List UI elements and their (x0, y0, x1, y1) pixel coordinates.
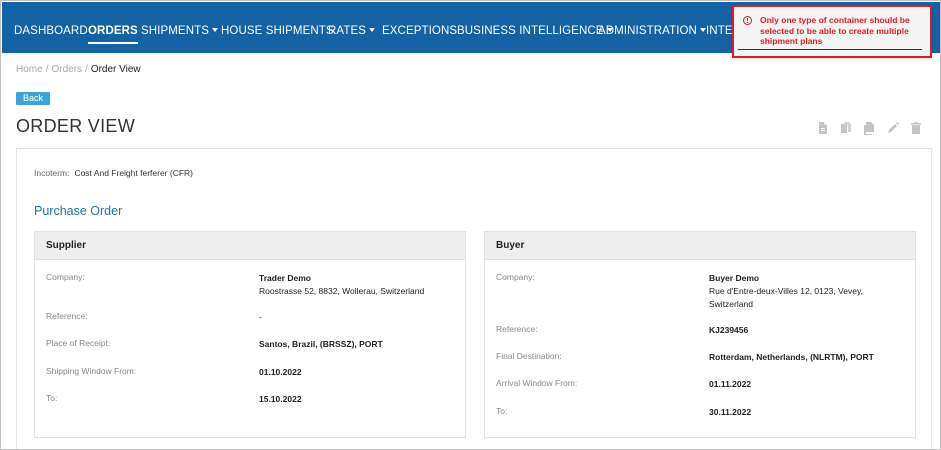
incoterm-label: Incoterm: (34, 168, 70, 178)
nav-house-shipments[interactable]: HOUSE SHIPMENTS (221, 2, 334, 53)
error-toast[interactable]: Only one type of container should be sel… (732, 5, 932, 58)
buyer-company-name: Buyer Demo (709, 273, 760, 283)
toast-body: Only one type of container should be sel… (738, 11, 922, 50)
section-title-purchase-order: Purchase Order (34, 204, 123, 218)
incoterm-value: Cost And Freight ferferer (CFR) (74, 168, 193, 178)
nav-administration-label: ADMINISTRATION (598, 25, 697, 37)
chevron-down-icon (369, 28, 375, 32)
supplier-window-from-label: Shipping Window From: (46, 366, 137, 376)
nav-shipments-label: SHIPMENTS (141, 25, 209, 37)
nav-dashboard-label: DASHBOARD (14, 25, 88, 37)
breadcrumb: Home / Orders / Order View (16, 64, 141, 75)
page-title: ORDER VIEW (16, 116, 136, 136)
buyer-destination-value: Rotterdam, Netherlands, (NLRTM), PORT (709, 352, 874, 362)
edit-icon[interactable] (887, 121, 899, 135)
supplier-to-label: To: (46, 393, 58, 403)
supplier-company-address: Roostrasse 52, 8832, Wollerau, Switzerla… (259, 286, 425, 296)
nav-administration[interactable]: ADMINISTRATION (598, 2, 706, 53)
nav-orders[interactable]: ORDERS (88, 2, 138, 53)
nav-exceptions-label: EXCEPTIONS (382, 25, 458, 37)
nav-dashboard[interactable]: DASHBOARD (14, 2, 88, 53)
app-frame: DASHBOARD ORDERS SHIPMENTS HOUSE SHIPMEN… (0, 0, 941, 450)
buyer-company-address-line1: Rue d'Entre-deux-Villes 12, 0123, Vevey, (709, 286, 863, 296)
buyer-reference-value: KJ239456 (709, 325, 749, 335)
buyer-reference-label: Reference: (496, 324, 538, 334)
supplier-card: Supplier Company: Trader Demo Roostrasse… (34, 231, 466, 438)
breadcrumb-orders[interactable]: Orders (51, 64, 82, 75)
supplier-place-label: Place of Receipt: (46, 338, 111, 348)
supplier-card-title: Supplier (35, 232, 465, 260)
buyer-company-label: Company: (496, 272, 535, 282)
buyer-company-address-line2: Switzerland (709, 299, 753, 309)
supplier-company-label: Company: (46, 272, 85, 282)
pdf-icon[interactable] (817, 121, 829, 135)
supplier-reference-value: - (259, 312, 262, 322)
incoterm: Incoterm: Cost And Freight ferferer (CFR) (34, 168, 193, 178)
buyer-card: Buyer Company: Buyer Demo Rue d'Entre-de… (484, 231, 916, 438)
chevron-down-icon (212, 28, 218, 32)
nav-business-intelligence-label: BUSINESS INTELLIGENCE (457, 25, 604, 37)
delete-icon[interactable] (910, 121, 922, 135)
breadcrumb-home[interactable]: Home (16, 64, 43, 75)
breadcrumb-separator: / (85, 64, 88, 75)
nav-shipments[interactable]: SHIPMENTS (141, 2, 218, 53)
buyer-destination-label: Final Destination: (496, 351, 562, 361)
back-button[interactable]: Back (16, 92, 50, 105)
buyer-card-title: Buyer (485, 232, 915, 260)
nav-business-intelligence[interactable]: BUSINESS INTELLIGENCE (457, 2, 613, 53)
duplicate-icon[interactable] (863, 121, 875, 135)
buyer-arrival-value: 01.11.2022 (709, 379, 752, 389)
error-icon (743, 16, 752, 25)
buyer-to-value: 30.11.2022 (709, 407, 752, 417)
nav-rates[interactable]: RATES (328, 2, 375, 53)
nav-rates-label: RATES (328, 25, 366, 37)
supplier-place-value: Santos, Brazil, (BRSSZ), PORT (259, 339, 383, 349)
breadcrumb-current: Order View (90, 64, 141, 75)
breadcrumb-separator: / (45, 64, 49, 75)
buyer-to-label: To: (496, 406, 508, 416)
toast-message: Only one type of container should be sel… (760, 15, 910, 46)
nav-orders-label: ORDERS (88, 25, 138, 37)
supplier-window-from-value: 01.10.2022 (259, 367, 302, 377)
supplier-reference-label: Reference: (46, 311, 88, 321)
supplier-to-value: 15.10.2022 (259, 394, 302, 404)
nav-exceptions[interactable]: EXCEPTIONS (382, 2, 457, 53)
action-toolbar (817, 121, 925, 135)
supplier-company-name: Trader Demo (259, 273, 311, 283)
buyer-arrival-label: Arrival Window From: (496, 378, 578, 388)
nav-house-shipments-label: HOUSE SHIPMENTS (221, 25, 334, 37)
copy-icon[interactable] (840, 121, 852, 135)
